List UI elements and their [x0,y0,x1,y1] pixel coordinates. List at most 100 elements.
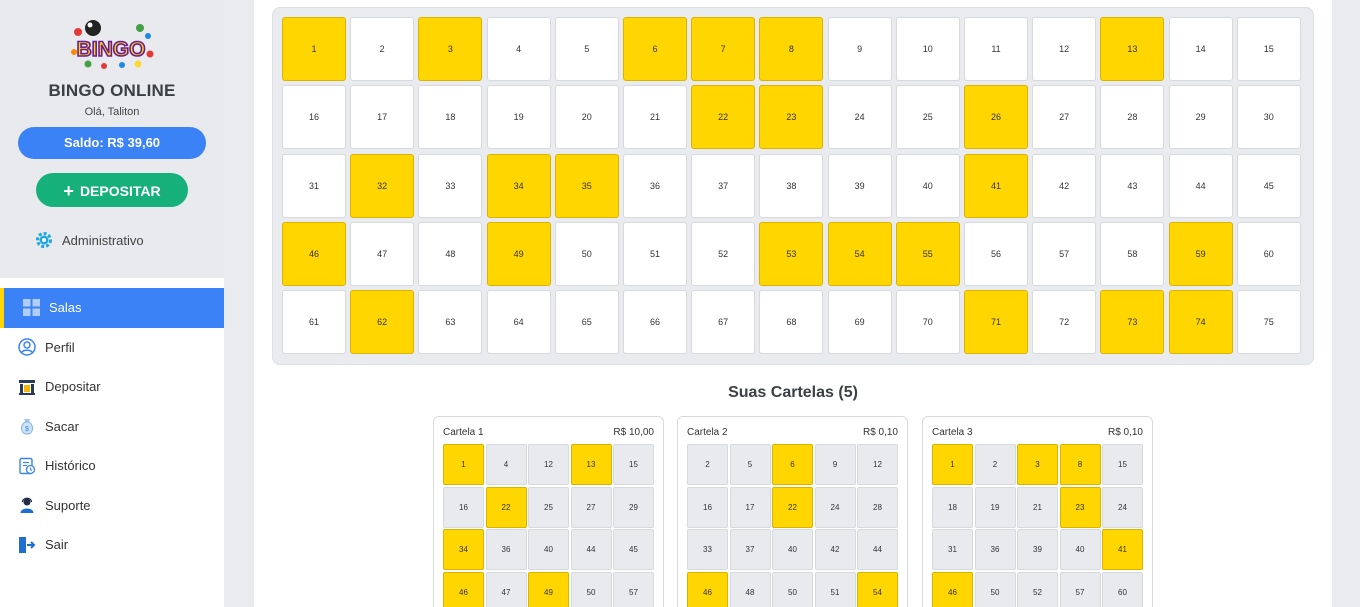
history-icon [18,457,36,475]
board-number: 65 [554,290,619,355]
board-number: 20 [554,85,619,150]
sidebar-item-sair[interactable]: Sair [0,525,224,565]
balance-badge[interactable]: Saldo: R$ 39,60 [18,127,206,159]
board-number: 54 [827,221,892,286]
board-number: 73 [1100,290,1165,355]
board-number: 33 [418,153,483,218]
board-number: 17 [350,85,415,150]
card-price: R$ 10,00 [613,427,654,438]
card-cell: 45 [613,529,654,570]
card-cell: 21 [1017,486,1058,528]
bank-icon [18,378,36,396]
board-number: 67 [691,290,756,355]
board-number: 4 [486,17,551,81]
board-number: 30 [1236,85,1301,150]
sidebar-item-suporte[interactable]: Suporte [0,486,224,526]
card-cell: 16 [443,486,484,528]
card-cell: 9 [814,444,856,485]
board-number: 48 [418,221,483,286]
board-number: 66 [623,290,687,355]
card-cell: 40 [528,529,569,570]
card-cell: 3 [1017,444,1058,485]
card-cell: 40 [772,529,813,570]
card-cell: 17 [729,486,771,528]
card-price: R$ 0,10 [862,427,898,438]
board-number: 51 [623,221,687,286]
bingo-card[interactable]: Cartela 2 R$ 0,10 2 5 6 9 12 16 17 22 24 28 33 37 40 42… [677,416,908,607]
money-bag-icon: $ [18,417,36,435]
board-number: 10 [895,17,960,81]
board-number: 36 [623,153,687,218]
sidebar-item-depositar[interactable]: Depositar [0,367,224,407]
board-number: 71 [964,290,1028,355]
board-number: 3 [418,17,483,81]
board-number: 62 [350,290,415,355]
board-number: 41 [964,153,1028,218]
sidebar-nav: Salas Perfil Depositar $ Sacar Histórico [0,288,224,565]
admin-link[interactable]: Administrativo [35,230,144,250]
sidebar-item-label: Salas [49,300,82,316]
card-cell: 36 [485,529,527,570]
card-price: R$ 0,10 [1107,427,1143,438]
board-number: 5 [554,17,619,81]
board-number: 68 [759,290,824,355]
board-number: 50 [554,221,619,286]
board-number: 60 [1236,221,1301,286]
sidebar-item-salas[interactable]: Salas [0,288,224,328]
board-number: 31 [282,153,346,218]
board-number: 42 [1032,153,1097,218]
board-number: 49 [486,221,551,286]
sidebar-item-sacar[interactable]: $ Sacar [0,407,224,447]
board-number: 37 [691,153,756,218]
card-cell: 8 [1059,444,1101,485]
admin-label: Administrativo [62,232,144,248]
card-cell: 24 [814,486,856,528]
card-cell: 12 [528,444,569,485]
card-header: Cartela 1 R$ 10,00 [443,427,654,438]
card-cell: 24 [1102,486,1143,528]
deposit-button[interactable]: + DEPOSITAR [36,173,188,207]
card-cell: 15 [613,444,654,485]
sidebar-item-perfil[interactable]: Perfil [0,328,224,368]
card-cell: 5 [729,444,771,485]
board-number: 32 [350,153,415,218]
card-cell: 49 [528,571,569,607]
board-number: 56 [964,221,1028,286]
board-number: 27 [1032,85,1097,150]
card-cell: 15 [1102,444,1143,485]
grid-icon [22,299,40,317]
bingo-card[interactable]: Cartela 1 R$ 10,00 1 4 12 13 15 16 22 25 27 29 34 36 4… [433,416,664,607]
card-cell: 46 [932,571,973,607]
card-cell: 46 [687,571,728,607]
board-number: 61 [282,290,346,355]
board-number: 34 [486,153,551,218]
card-cell: 27 [570,486,612,528]
board-number: 46 [282,221,346,286]
svg-text:BINGO: BINGO [77,38,146,61]
board-number: 11 [964,17,1028,81]
card-cell: 60 [1102,571,1143,607]
board-number: 23 [759,85,824,150]
card-cell: 44 [857,529,898,570]
board-number: 21 [623,85,687,150]
bingo-card[interactable]: Cartela 3 R$ 0,10 1 2 3 8 15 18 19 21 23 24 31 36 39 40… [922,416,1153,607]
card-header: Cartela 2 R$ 0,10 [687,427,898,438]
board-number: 28 [1100,85,1165,150]
board-number: 8 [759,17,824,81]
sidebar-item-label: Suporte [45,497,91,513]
logout-icon [18,536,36,554]
card-cell: 2 [974,444,1016,485]
card-header: Cartela 3 R$ 0,10 [932,427,1143,438]
main-content: 1 2 3 4 5 6 7 8 9 10 11 12 13 14 15 16 17 18 19 20 21 22 23 24 2… [254,0,1332,607]
board-number: 1 [282,17,346,81]
board-number: 52 [691,221,756,286]
card-cell: 42 [814,529,856,570]
app-title: BINGO ONLINE [48,81,176,100]
card-cell: 54 [857,571,898,607]
card-cell: 18 [932,486,973,528]
board-number: 26 [964,85,1028,150]
card-cell: 12 [857,444,898,485]
sidebar-item-historico[interactable]: Histórico [0,446,224,486]
card-cell: 48 [729,571,771,607]
sidebar-item-label: Histórico [45,458,96,474]
